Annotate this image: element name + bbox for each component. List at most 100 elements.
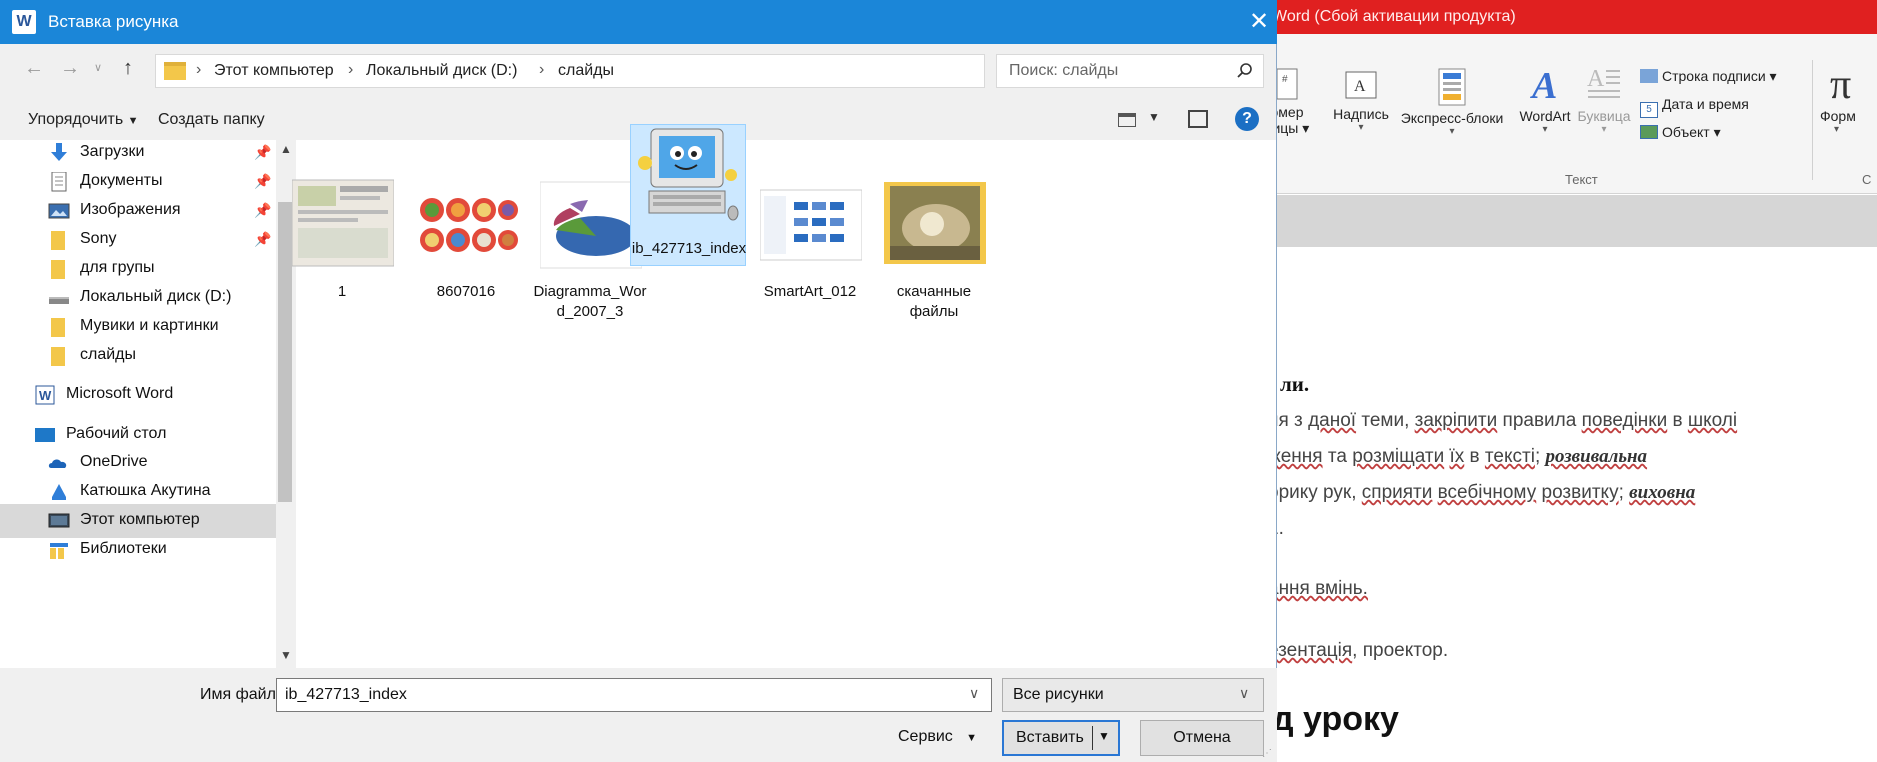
word-icon: W [35, 385, 55, 405]
file-thumbnail [884, 182, 986, 264]
group-c-label: С [1862, 172, 1872, 187]
insert-button[interactable]: Вставить ▼ [1002, 720, 1120, 756]
svg-text:A: A [1587, 66, 1605, 92]
change-view-icon[interactable] [1118, 113, 1136, 127]
svg-text:π: π [1830, 64, 1851, 104]
split-divider [1092, 726, 1093, 750]
wordart-icon: A [1530, 65, 1557, 104]
file-name: 1 [337, 283, 347, 300]
nav-item-microsoft-word[interactable]: W Microsoft Word [0, 378, 262, 412]
file-name: SmartArt_012 [763, 283, 857, 300]
group-separator [1812, 60, 1813, 180]
textbox-button[interactable]: A Надпись ▾ [1326, 68, 1396, 133]
breadcrumb-separator: › [539, 61, 545, 78]
object-icon [1640, 125, 1658, 139]
preview-pane-icon[interactable] [1188, 110, 1208, 128]
file-tile[interactable]: 8607016 [394, 152, 538, 312]
file-tile[interactable]: 1 [270, 152, 414, 312]
file-name: скачанные файлы [896, 283, 972, 320]
formula-button[interactable]: π Форм ▾ [1820, 64, 1877, 135]
quick-parts-dd-icon: ▾ [1449, 126, 1455, 137]
address-bar[interactable]: › Этот компьютер › Локальный диск (D:) ›… [155, 54, 1133, 88]
breadcrumb-slides[interactable]: слайды [558, 62, 614, 80]
file-tile[interactable]: SmartArt_012 [738, 152, 882, 312]
signature-line-button[interactable]: Строка подписи ▾ [1640, 68, 1777, 85]
wordart-button[interactable]: A WordArt ▾ [1512, 64, 1578, 135]
signature-line-icon [1640, 69, 1658, 83]
dropdown-icon: ▼ [127, 115, 139, 127]
file-thumbnail [540, 181, 642, 269]
word-logo-icon: W [12, 10, 36, 34]
wordart-label: WordArt [1519, 108, 1571, 124]
view-dropdown-icon[interactable]: ▼ [1148, 110, 1160, 124]
help-icon[interactable]: ? [1235, 107, 1259, 131]
dropcap-button[interactable]: A Буквица ▾ [1574, 64, 1634, 135]
scroll-down-icon[interactable]: ▼ [280, 648, 292, 662]
folder-icon [51, 231, 65, 250]
chevron-down-icon[interactable]: ∨ [1239, 685, 1249, 702]
doc-line-6: езентація, проектор. [1268, 640, 1449, 661]
folder-icon [51, 318, 65, 337]
dropcap-label: Буквица [1577, 108, 1631, 124]
file-name: ib_427713_index [631, 240, 747, 257]
nav-item-slides[interactable]: слайды [0, 339, 276, 373]
formula-dd-icon: ▾ [1834, 124, 1840, 135]
doc-line-1: ня з даної теми, закріпити правила повед… [1268, 410, 1738, 431]
date-time-button[interactable]: 5 Дата и время [1640, 96, 1749, 118]
file-tile[interactable]: скачанные файлы [862, 152, 1006, 320]
wordart-dd-icon: ▾ [1542, 124, 1548, 135]
back-arrow-icon: ← [24, 57, 44, 79]
search-box[interactable]: Поиск: слайды [996, 54, 1264, 88]
resize-grip-icon[interactable]: ⋰ [1262, 748, 1272, 759]
filename-input[interactable]: ib_427713_index [285, 686, 407, 704]
breadcrumb-separator: › [348, 61, 354, 78]
calendar-icon: 5 [1640, 102, 1658, 118]
word-title: Word (Сбой активации продукта) [1272, 8, 1516, 25]
nav-item-libraries[interactable]: Библиотеки [0, 533, 276, 567]
file-type-select[interactable]: Все рисунки ∨ [1002, 678, 1264, 712]
folder-icon [164, 62, 186, 80]
doc-bold-line: ли. [1280, 372, 1310, 396]
dropdown-icon: ▼ [966, 732, 978, 744]
file-tile-selected[interactable]: ib_427713_index [630, 124, 746, 266]
insert-dropdown-icon[interactable]: ▼ [1098, 729, 1110, 743]
pin-icon[interactable]: 📌 [254, 231, 271, 248]
tools-button[interactable]: Сервис ▼ [898, 728, 977, 746]
file-name: 8607016 [436, 283, 496, 300]
object-button[interactable]: Объект ▾ [1640, 124, 1721, 141]
forward-button[interactable]: → [58, 56, 82, 80]
dropcap-dd-icon: ▾ [1601, 124, 1607, 135]
formula-label: Форм [1820, 108, 1856, 124]
breadcrumb-this-pc[interactable]: Этот компьютер [214, 62, 334, 80]
search-input[interactable]: Поиск: слайды [1009, 62, 1118, 80]
documents-icon [51, 172, 67, 192]
group-text-label: Текст [1565, 172, 1598, 187]
quick-parts-icon [1438, 68, 1466, 106]
insert-label: Вставить [1016, 729, 1084, 746]
svg-text:W: W [39, 388, 52, 403]
chevron-down-icon: ∨ [93, 62, 103, 74]
quick-parts-button[interactable]: Экспресс-блоки ▾ [1392, 68, 1512, 137]
breadcrumb-separator: › [196, 61, 202, 78]
up-button[interactable]: ↑ [116, 56, 140, 80]
recent-locations-button[interactable]: ∨ [86, 56, 110, 80]
filename-field[interactable]: ib_427713_index ∨ [276, 678, 992, 712]
close-icon: ✕ [1248, 8, 1270, 35]
pin-icon[interactable]: 📌 [254, 202, 271, 219]
back-button[interactable]: ← [22, 56, 46, 80]
svg-text:A: A [1530, 65, 1557, 104]
search-icon[interactable] [1237, 63, 1253, 79]
doc-line-5: ання вмінь. [1268, 578, 1368, 599]
dropcap-icon: A [1587, 66, 1620, 98]
user-icon [52, 484, 66, 500]
file-list: 1 8607016 Diagramma_Wor d_2007_3 ib_4277… [292, 124, 1276, 668]
libraries-icon [50, 543, 68, 559]
cancel-button[interactable]: Отмена [1140, 720, 1264, 756]
close-button[interactable]: ✕ [1245, 8, 1273, 36]
pin-icon[interactable]: 📌 [254, 173, 271, 190]
pin-icon[interactable]: 📌 [254, 144, 271, 161]
new-folder-button[interactable]: Создать папку [158, 111, 265, 129]
organize-button[interactable]: Упорядочить ▼ [28, 111, 139, 129]
breadcrumb-local-disk[interactable]: Локальный диск (D:) [366, 62, 517, 80]
chevron-down-icon[interactable]: ∨ [969, 685, 979, 702]
